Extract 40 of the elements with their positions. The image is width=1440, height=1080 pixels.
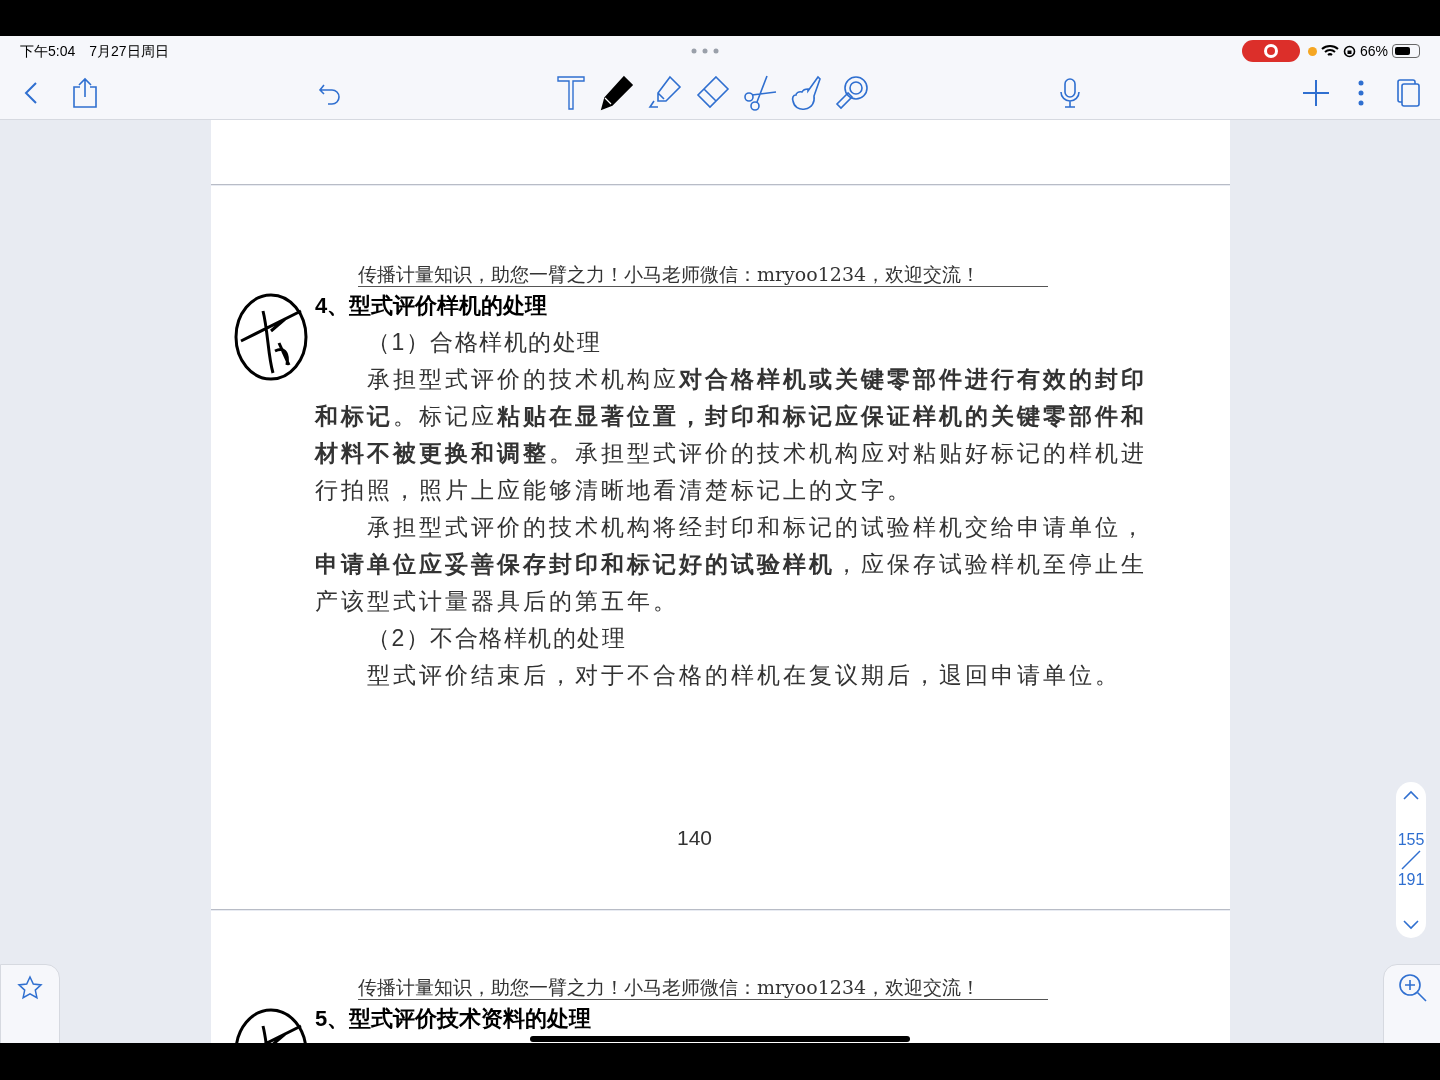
status-dot-icon [1307, 46, 1317, 56]
status-time: 下午5:04 [20, 41, 76, 61]
star-icon [17, 975, 43, 1001]
body-paragraph: 承担型式评价的技术机构应对合格样机或关键零部件进行有效的封印和标记。标记应粘贴在显著位置，封印和标记应保证样机的关键零部件和材料不被更换和调整。承担型式评价的技术机构应对粘贴好标记的样机进行拍照，照片上应能够清晰地看清楚标记上的文字。 [315, 365, 1148, 505]
scissors-icon[interactable] [742, 74, 778, 111]
section-heading: 4、型式评价样机的处理 [315, 292, 548, 320]
page-number: 140 [677, 825, 713, 851]
wifi-icon [1320, 44, 1339, 58]
share-icon[interactable] [72, 76, 98, 109]
body-paragraph: 型式评价结束后，对于不合格的样机在复议期后，退回申请单位。 [366, 661, 1122, 690]
microphone-icon[interactable] [1059, 77, 1081, 108]
rotation-lock-icon [1342, 44, 1356, 58]
slash-icon [1401, 850, 1421, 870]
body-paragraph: 承担型式评价的技术机构将经封印和标记的试验样机交给申请单位，申请单位应妥善保存封印和标记好的试验样机，应保存试验样机至停止生产该型式计量器具后的第五年。 [315, 513, 1148, 616]
battery-percentage: 66% [1359, 41, 1388, 61]
total-pages-number: 191 [1397, 870, 1425, 890]
pen-icon[interactable] [598, 74, 634, 111]
zoom-in-icon [1398, 973, 1428, 1003]
chevron-down-icon[interactable] [1403, 920, 1419, 930]
more-dots-icon[interactable] [691, 48, 720, 54]
status-date: 7月27日周日 [89, 41, 169, 61]
battery-icon [1392, 44, 1420, 58]
favorite-button[interactable] [0, 964, 60, 1043]
laser-pointer-icon[interactable] [834, 74, 870, 111]
subsection-heading: （2）不合格样机的处理 [366, 624, 628, 653]
page-header-note: 传播计量知识，助您一臂之力！小马老师微信：mryoo1234，欢迎交流！ [358, 975, 1048, 1000]
section-heading: 5、型式评价技术资料的处理 [315, 1005, 592, 1033]
eraser-icon[interactable] [694, 74, 730, 111]
record-icon [1262, 43, 1279, 59]
zoom-button[interactable] [1383, 964, 1440, 1043]
text-tool-icon[interactable] [556, 74, 586, 111]
more-options-icon[interactable] [1358, 79, 1364, 106]
subsection-heading: （1）合格样机的处理 [366, 328, 603, 357]
back-chevron-icon[interactable] [24, 80, 38, 105]
current-page-number: 155 [1397, 830, 1425, 850]
page-header-note: 传播计量知识，助您一臂之力！小马老师微信：mryoo1234，欢迎交流！ [358, 262, 1048, 287]
add-icon[interactable] [1302, 78, 1330, 107]
chevron-up-icon[interactable] [1403, 790, 1419, 800]
pages-icon[interactable] [1397, 78, 1421, 107]
highlighter-icon[interactable] [646, 74, 682, 111]
